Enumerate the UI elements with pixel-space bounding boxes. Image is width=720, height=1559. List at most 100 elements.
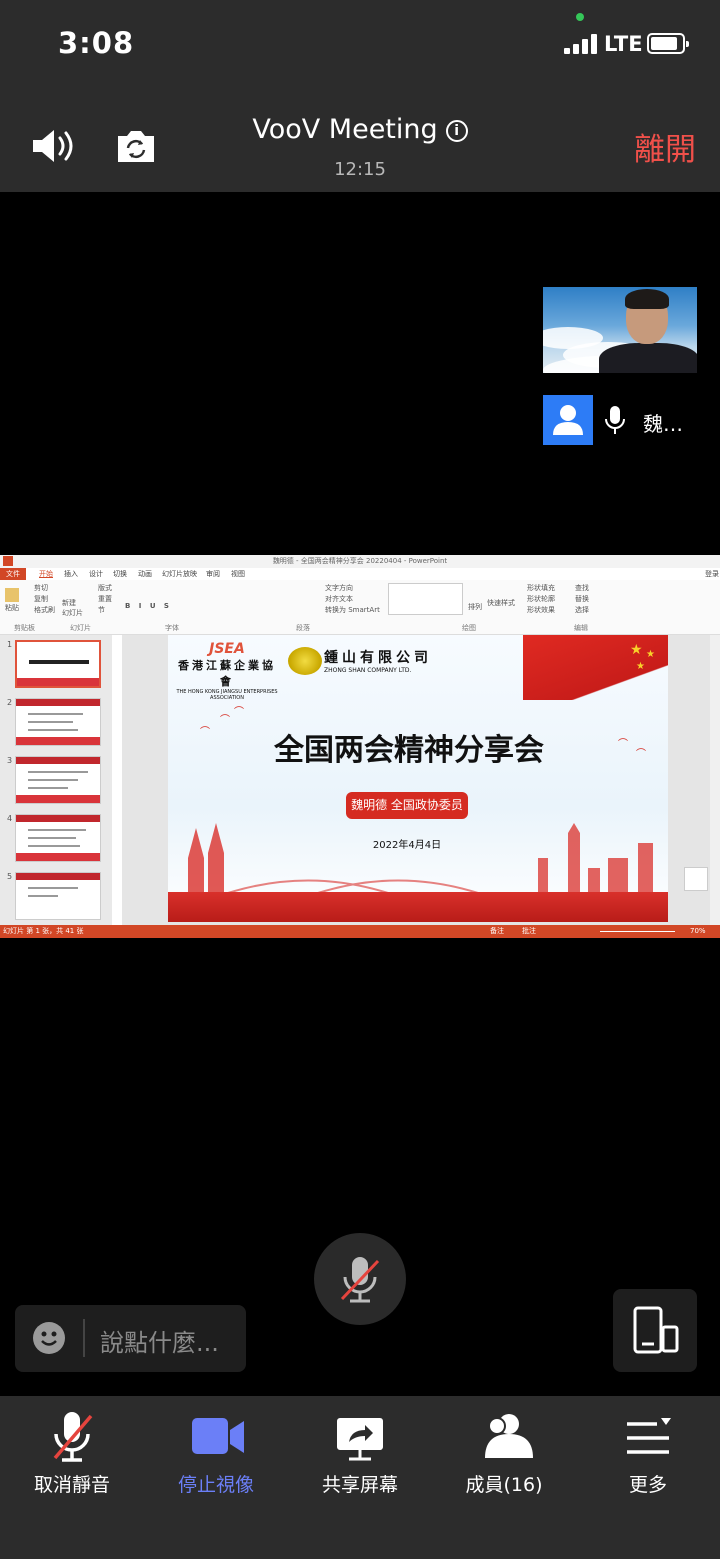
meeting-title-text: VooV Meeting xyxy=(252,114,438,145)
menu-view[interactable]: 视图 xyxy=(231,568,245,580)
emoji-icon[interactable] xyxy=(33,1322,65,1354)
notes-button[interactable]: 备注 xyxy=(490,925,504,938)
shared-screen[interactable]: 魏明德 - 全国两会精神分享会 20220404 - PowerPoint 文件… xyxy=(0,555,720,938)
share-screen-icon xyxy=(337,1418,383,1461)
chat-input[interactable]: 說點什麼... xyxy=(15,1305,246,1372)
vertical-scrollbar[interactable] xyxy=(710,635,720,925)
current-slide[interactable]: ★ ★ ★ JSEA 香港江蘇企業協會 THE HONG KONG JIANGS… xyxy=(168,635,668,922)
slide-thumbnails-pane: 1 2 3 4 5 xyxy=(0,635,112,925)
group-clipboard: 剪贴板 xyxy=(14,624,35,632)
copy-label[interactable]: 复制 xyxy=(34,594,48,604)
participant-avatar[interactable] xyxy=(543,395,593,445)
city-skyline-illustration xyxy=(188,823,653,898)
jsea-logo: JSEA xyxy=(209,641,245,657)
group-drawing: 绘图 xyxy=(462,624,476,632)
menu-slideshow[interactable]: 幻灯片放映 xyxy=(162,568,197,580)
menu-animations[interactable]: 动画 xyxy=(138,568,152,580)
thumb-number: 3 xyxy=(7,756,13,765)
slide-thumbnail[interactable] xyxy=(15,872,101,920)
menu-design[interactable]: 设计 xyxy=(89,568,103,580)
participant-video-thumbnail[interactable] xyxy=(543,287,697,373)
slide-thumbnail[interactable] xyxy=(15,814,101,862)
slide-title: 全国两会精神分享会 xyxy=(274,733,544,768)
meeting-toolbar: 取消靜音 停止視像 共享屏幕 成員(16) 更多 xyxy=(0,1396,720,1559)
thumb-number: 4 xyxy=(7,814,13,823)
menu-home[interactable]: 开始 xyxy=(39,568,53,580)
ppt-ribbon: 粘贴 剪切 复制 格式刷 新建 幻灯片 版式 重置 节 B I U S 文字方向… xyxy=(0,580,720,635)
replace-label[interactable]: 替换 xyxy=(575,594,589,604)
smartart-label[interactable]: 转换为 SmartArt xyxy=(325,605,380,615)
arrange-label[interactable]: 排列 xyxy=(468,602,482,612)
video-camera-icon xyxy=(192,1418,244,1454)
slide-thumbnail[interactable] xyxy=(15,640,101,688)
menu-transitions[interactable]: 切换 xyxy=(113,568,127,580)
bookmark-icon[interactable] xyxy=(684,867,708,891)
ppt-title-bar: 魏明德 - 全国两会精神分享会 20220404 - PowerPoint xyxy=(0,555,720,568)
chat-placeholder: 說點什麼... xyxy=(100,1329,219,1357)
menu-review[interactable]: 审阅 xyxy=(206,568,220,580)
jsea-logo-block: JSEA 香港江蘇企業協會 THE HONG KONG JIANGSU ENTE… xyxy=(172,641,282,701)
leave-button[interactable]: 離開 xyxy=(634,124,696,169)
user-icon xyxy=(553,405,583,435)
red-banner-ground xyxy=(168,892,668,922)
microphone-muted-icon xyxy=(53,1412,93,1462)
group-slides: 幻灯片 xyxy=(70,624,91,632)
paste-icon xyxy=(5,588,19,602)
share-screen-button[interactable]: 共享屏幕 xyxy=(288,1396,432,1516)
menu-file[interactable]: 文件 xyxy=(0,568,26,580)
shape-effects-label[interactable]: 形状效果 xyxy=(527,605,555,615)
shape-outline-label[interactable]: 形状轮廓 xyxy=(527,594,555,604)
select-label[interactable]: 选择 xyxy=(575,605,589,615)
find-label[interactable]: 查找 xyxy=(575,583,589,593)
slide-thumbnail[interactable] xyxy=(15,698,101,746)
ppt-status-bar: 幻灯片 第 1 张，共 41 张 备注 批注 70% xyxy=(0,925,720,938)
align-text-label[interactable]: 对齐文本 xyxy=(325,594,353,604)
more-menu-icon xyxy=(627,1418,671,1454)
more-button[interactable]: 更多 xyxy=(576,1396,720,1516)
bird-icon: ⌒ xyxy=(234,707,244,718)
text-direction-label[interactable]: 文字方向 xyxy=(325,583,353,593)
zhongshan-logo-block: 鍾山有限公司 ZHONG SHAN COMPANY LTD. xyxy=(286,647,446,675)
microphone-icon xyxy=(605,406,625,434)
participant-name: 魏… xyxy=(643,412,683,436)
info-icon[interactable]: i xyxy=(445,120,468,142)
shape-fill-label[interactable]: 形状填充 xyxy=(527,583,555,593)
comments-button[interactable]: 批注 xyxy=(522,925,536,938)
switch-device-button[interactable] xyxy=(613,1289,697,1372)
quick-styles-label[interactable]: 快速样式 xyxy=(487,598,515,608)
mute-toggle-floating[interactable] xyxy=(314,1233,406,1325)
layout-label[interactable]: 版式 xyxy=(98,583,112,593)
unmute-button[interactable]: 取消靜音 xyxy=(0,1396,144,1516)
star-icon: ★ xyxy=(646,649,655,660)
paste-label[interactable]: 粘贴 xyxy=(5,603,19,613)
section-label[interactable]: 节 xyxy=(98,605,105,615)
slide-counter: 幻灯片 第 1 张，共 41 张 xyxy=(3,927,84,935)
stop-video-button[interactable]: 停止視像 xyxy=(144,1396,288,1516)
format-painter-label[interactable]: 格式刷 xyxy=(34,605,55,615)
thumb-number: 1 xyxy=(7,640,13,649)
new-slide-label[interactable]: 新建 幻灯片 xyxy=(62,598,83,618)
battery-icon xyxy=(647,33,689,54)
slide-thumbnail[interactable] xyxy=(15,756,101,804)
group-editing: 编辑 xyxy=(574,624,588,632)
shapes-gallery[interactable] xyxy=(388,583,463,615)
jsea-name-en: THE HONG KONG JIANGSU ENTERPRISES ASSOCI… xyxy=(176,689,278,701)
ppt-menu-bar: 文件 开始 插入 设计 切换 动画 幻灯片放映 审阅 视图 登录 xyxy=(0,568,720,580)
microphone-muted-icon xyxy=(340,1257,380,1303)
zoom-slider[interactable] xyxy=(600,931,675,932)
star-icon: ★ xyxy=(636,661,645,672)
group-font: 字体 xyxy=(165,624,179,632)
ppt-title: 魏明德 - 全国两会精神分享会 20220404 - PowerPoint xyxy=(272,557,448,565)
zoom-level: 70% xyxy=(690,927,706,935)
cut-label[interactable]: 剪切 xyxy=(34,583,48,593)
more-label: 更多 xyxy=(628,1474,667,1496)
meeting-title[interactable]: VooV Meeting i xyxy=(0,114,720,145)
members-button[interactable]: 成員(16) xyxy=(432,1396,576,1516)
clock: 3:08 xyxy=(58,26,135,60)
bird-icon: ⌒ xyxy=(220,715,230,726)
flag-decoration xyxy=(523,635,668,700)
login-link[interactable]: 登录 xyxy=(705,568,719,580)
reset-label[interactable]: 重置 xyxy=(98,594,112,604)
menu-insert[interactable]: 插入 xyxy=(64,568,78,580)
divider xyxy=(83,1319,85,1357)
